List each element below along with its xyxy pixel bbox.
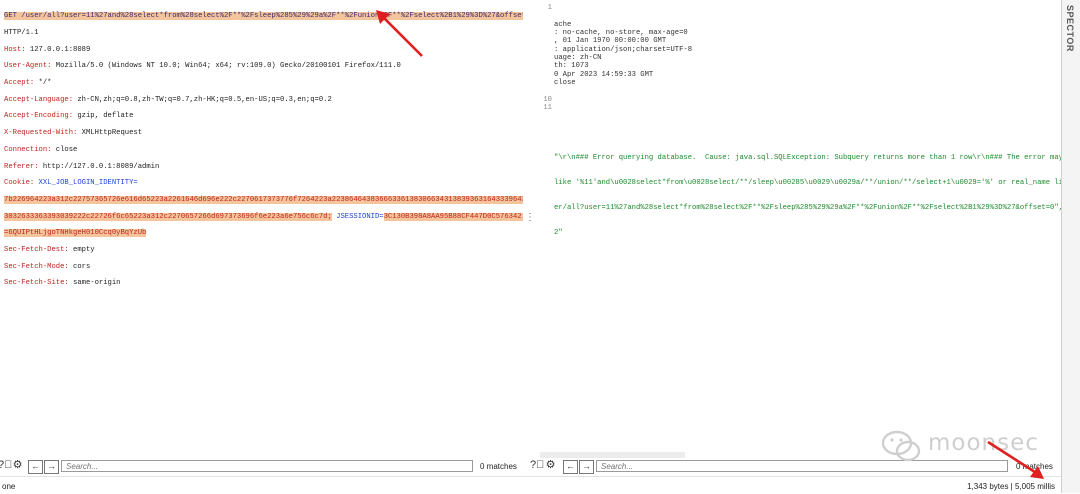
cookie-value-line: 7b226964223a312c22757365726e616d65223a22… xyxy=(4,195,523,204)
horizontal-scrollbar[interactable] xyxy=(540,452,685,458)
line-number: 10 xyxy=(543,95,552,104)
annotation-arrow-icon xyxy=(987,440,1044,479)
response-header-line: uage: zh-CN xyxy=(554,54,602,63)
line-number xyxy=(540,62,552,70)
response-text[interactable]: ache: no-cache, no-store, max-age=0, 01 … xyxy=(554,4,1061,254)
line-number xyxy=(540,79,552,87)
header-host: Host: 127.0.0.1:8089 xyxy=(4,45,91,54)
line-number xyxy=(540,71,552,79)
inspector-label[interactable]: SPECTOR xyxy=(1065,5,1075,52)
gear-icon[interactable]: ⚙ xyxy=(544,459,557,472)
help-icon[interactable]: ?⃝ xyxy=(530,459,544,472)
response-header-line: th: 1073 xyxy=(554,62,589,71)
line-number-gutter: 1 10 11 xyxy=(540,4,552,112)
header-sec-fetch-dest: Sec-Fetch-Dest: empty xyxy=(4,245,95,254)
line-number xyxy=(540,87,552,95)
response-header-line: ache xyxy=(554,20,572,29)
response-body-line: "\r\n### Error querying database. Cause:… xyxy=(554,154,1061,163)
header-connection: Connection: close xyxy=(4,145,78,154)
pane-splitter[interactable]: ⋮ xyxy=(523,0,541,461)
request-search-bar: ?⃝ ⚙ ← → 0 matches xyxy=(0,459,540,475)
wechat-logo-icon xyxy=(881,430,921,462)
cookie-value-line: =6QUIPtHLjgoTNHkgeH010Ccq0yBqYzUb xyxy=(4,229,147,238)
request-search-input[interactable] xyxy=(61,460,473,472)
request-text[interactable]: GET /user/all?user=11%27and%28select*fro… xyxy=(4,4,523,304)
request-line: GET /user/all?user=11%27and%28select*fro… xyxy=(4,12,523,21)
response-header-line xyxy=(554,104,1061,112)
response-header-line: : no-cache, no-store, max-age=0 xyxy=(554,29,688,38)
request-editor[interactable]: GET /user/all?user=11%27and%28select*fro… xyxy=(0,0,523,461)
header-referer: Referer: http://127.0.0.1:8089/admin xyxy=(4,162,160,171)
response-headers: ache: no-cache, no-store, max-age=0, 01 … xyxy=(554,21,1061,113)
response-body-line: 2" xyxy=(554,229,563,238)
response-header-line xyxy=(554,87,1061,95)
response-stats: 1,343 bytes | 5,005 millis xyxy=(967,482,1055,491)
inspector-panel[interactable]: SPECTOR xyxy=(1061,0,1080,493)
arrow-left-icon[interactable]: ← xyxy=(28,460,43,474)
response-header-line: 0 Apr 2023 14:59:33 GMT xyxy=(554,70,654,79)
line-number xyxy=(540,46,552,54)
response-header-line xyxy=(554,96,1061,104)
header-accept-encoding: Accept-Encoding: gzip, deflate xyxy=(4,112,134,121)
line-number xyxy=(540,29,552,37)
response-body-line: like '%11'and\u0028select*from\u0028sele… xyxy=(554,179,1061,188)
response-body-line: er/all?user=11%27and%28select*from%28sel… xyxy=(554,204,1061,213)
status-bar: one 1,343 bytes | 5,005 millis xyxy=(0,476,1061,494)
line-number xyxy=(540,21,552,29)
arrow-right-icon[interactable]: → xyxy=(44,460,59,474)
arrow-right-icon[interactable]: → xyxy=(579,460,594,474)
response-viewer[interactable]: 1 10 11 ache: no-cache, no-store, max-age=… xyxy=(540,0,1061,461)
header-x-requested-with: X-Requested-With: XMLHttpRequest xyxy=(4,129,143,138)
header-user-agent: User-Agent: Mozilla/5.0 (Windows NT 10.0… xyxy=(4,62,401,71)
response-header-line: close xyxy=(554,79,576,88)
header-cookie: Cookie: XXL_JOB_LOGIN_IDENTITY= xyxy=(4,179,138,188)
gear-icon[interactable]: ⚙ xyxy=(11,459,24,472)
response-header-line: , 01 Jan 1970 00:00:00 GMT xyxy=(554,37,667,46)
line-number: 11 xyxy=(543,104,552,113)
response-header-line: : application/json;charset=UTF-8 xyxy=(554,45,693,54)
header-accept: Accept: */* xyxy=(4,79,52,88)
arrow-left-icon[interactable]: ← xyxy=(563,460,578,474)
header-sec-fetch-site: Sec-Fetch-Site: same-origin xyxy=(4,279,121,288)
line-number xyxy=(540,37,552,45)
line-number xyxy=(540,54,552,62)
status-text: one xyxy=(2,482,16,491)
cookie-value-line: 3032633363393039222c22726f6c65223a312c22… xyxy=(4,212,523,221)
header-accept-language: Accept-Language: zh-CN,zh;q=0.8,zh-TW;q=… xyxy=(4,95,332,104)
request-match-count: 0 matches xyxy=(480,462,517,471)
line-number xyxy=(540,12,552,20)
header-sec-fetch-mode: Sec-Fetch-Mode: cors xyxy=(4,262,91,271)
annotation-arrow-icon xyxy=(376,10,423,57)
drag-handle-icon[interactable]: ⋮ xyxy=(525,212,535,223)
line-number: 1 xyxy=(547,4,552,12)
help-icon[interactable]: ?⃝ xyxy=(0,459,12,472)
